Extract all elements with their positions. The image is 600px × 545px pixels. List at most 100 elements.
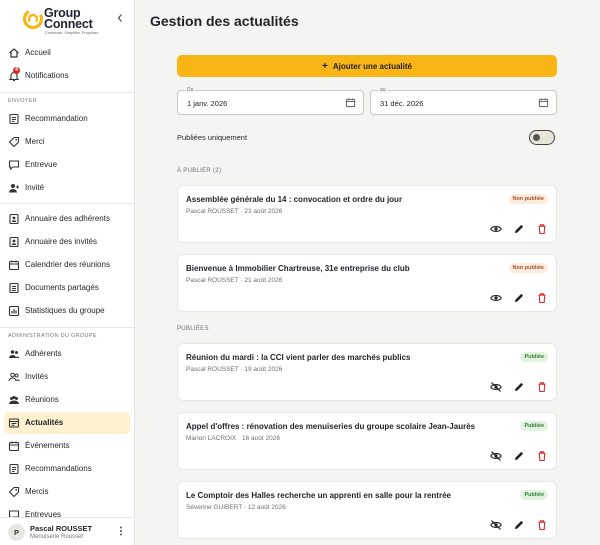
add-news-button[interactable]: + Ajouter une actualité: [177, 55, 557, 77]
sidebar-item-adherents[interactable]: Adhérents: [4, 343, 130, 365]
trash-icon[interactable]: [536, 223, 548, 235]
sidebar-item-actualites[interactable]: Actualités: [4, 412, 130, 434]
eye-off-icon[interactable]: [490, 381, 502, 393]
eye-icon[interactable]: [490, 292, 502, 304]
users-icon: [9, 395, 19, 404]
sidebar-divider: [0, 92, 134, 93]
app-logo[interactable]: Group Connect Connecter. Simplifier. Pro…: [22, 7, 122, 37]
calendar-icon[interactable]: [345, 97, 356, 108]
sidebar-item-merci[interactable]: Merci: [4, 131, 130, 153]
add-news-label: Ajouter une actualité: [332, 61, 412, 71]
user-menu-button[interactable]: [117, 526, 125, 538]
sidebar-divider: [0, 203, 134, 204]
sidebar-item-label: Notifications: [25, 71, 69, 80]
sidebar-item-label: Événements: [25, 441, 70, 450]
chat-icon: [8, 160, 20, 171]
sidebar-item-label: Documents partagés: [25, 283, 99, 292]
news-meta: Marion LACROIX · 16 août 2026: [186, 435, 280, 442]
newspaper-icon: [8, 418, 20, 428]
date-from-label: Du: [185, 87, 196, 93]
sidebar-item-label: Invité: [25, 183, 45, 192]
sidebar-item-reunions[interactable]: Réunions: [4, 389, 130, 411]
sidebar: Group Connect Connecter. Simplifier. Pro…: [0, 0, 135, 545]
sidebar-item-invites[interactable]: Invités: [4, 366, 130, 388]
avatar[interactable]: P: [8, 524, 25, 541]
sidebar-item-invite[interactable]: Invité: [4, 177, 130, 199]
sidebar-item-notifications[interactable]: 4 Notifications: [4, 65, 130, 87]
news-card[interactable]: Appel d'offres : rénovation des menuiser…: [177, 412, 557, 470]
sidebar-item-recommandation[interactable]: Recommandation: [4, 108, 130, 130]
sidebar-item-label: Statistiques du groupe: [25, 306, 105, 315]
document-icon: [9, 463, 19, 475]
eye-off-icon[interactable]: [490, 519, 502, 531]
news-card[interactable]: Bienvenue à Immobilier Chartreuse, 31e e…: [177, 254, 557, 312]
sidebar-item-label: Réunions: [25, 395, 59, 404]
trash-icon[interactable]: [536, 519, 548, 531]
sidebar-divider: [0, 327, 134, 328]
sidebar-item-annuaire-invites[interactable]: Annuaire des invités: [4, 231, 130, 253]
sidebar-item-evenements[interactable]: Événements: [4, 435, 130, 457]
sidebar-item-label: Merci: [25, 137, 45, 146]
section-title-administration: ADMINISTRATION DU GROUPE: [8, 333, 97, 339]
edit-icon[interactable]: [513, 223, 525, 235]
status-badge: Non publiée: [508, 194, 548, 204]
user-panel: P Pascal ROUSSET Menuiserie Rousset: [0, 517, 134, 545]
sidebar-item-statistiques[interactable]: Statistiques du groupe: [4, 300, 130, 322]
group-title-published: PUBLIÉES: [177, 326, 209, 332]
news-title: Appel d'offres : rénovation des menuiser…: [186, 422, 476, 431]
sidebar-item-accueil[interactable]: Accueil: [4, 42, 130, 64]
news-card[interactable]: Réunion du mardi : la CCI vient parler d…: [177, 343, 557, 401]
edit-icon[interactable]: [513, 381, 525, 393]
date-from-field[interactable]: Du 1 janv. 2026: [177, 87, 364, 115]
trash-icon[interactable]: [536, 292, 548, 304]
edit-icon[interactable]: [513, 519, 525, 531]
toggle-knob: [533, 134, 540, 141]
news-title: Bienvenue à Immobilier Chartreuse, 31e e…: [186, 264, 410, 273]
news-card[interactable]: Le Comptoir des Halles recherche un appr…: [177, 481, 557, 539]
trash-icon[interactable]: [536, 381, 548, 393]
sidebar-item-label: Accueil: [25, 48, 51, 57]
status-badge: Non publiée: [508, 263, 548, 273]
sidebar-item-mercis[interactable]: Mercis: [4, 481, 130, 503]
edit-icon[interactable]: [513, 450, 525, 462]
sidebar-item-entrevue[interactable]: Entrevue: [4, 154, 130, 176]
news-meta: Séverine GUIBERT · 12 août 2026: [186, 504, 286, 511]
published-only-label: Publiées uniquement: [177, 133, 248, 142]
chart-icon: [8, 305, 20, 317]
logo-mark-icon: [22, 8, 44, 30]
tag-icon: [8, 136, 20, 148]
sidebar-item-annuaire-adherents[interactable]: Annuaire des adhérents: [4, 208, 130, 230]
sidebar-item-label: Annuaire des invités: [25, 237, 98, 246]
sidebar-item-label: Recommandation: [25, 114, 88, 123]
trash-icon[interactable]: [536, 450, 548, 462]
calendar-icon: [8, 260, 20, 271]
sidebar-item-label: Annuaire des adhérents: [25, 214, 110, 223]
plus-icon: +: [322, 60, 328, 72]
brand-name: Group Connect: [44, 6, 93, 31]
sidebar-item-recommandations[interactable]: Recommandations: [4, 458, 130, 480]
sidebar-item-label: Invités: [25, 372, 49, 381]
user-company: Menuiserie Rousset: [30, 534, 84, 540]
date-to-field[interactable]: au 31 déc. 2026: [370, 87, 557, 115]
news-title: Le Comptoir des Halles recherche un appr…: [186, 491, 451, 500]
sidebar-item-label: Adhérents: [25, 349, 62, 358]
eye-icon[interactable]: [490, 223, 502, 235]
sidebar-item-label: Calendrier des réunions: [25, 260, 110, 269]
published-only-toggle[interactable]: [529, 130, 555, 145]
news-card[interactable]: Assemblée générale du 14 : convocation e…: [177, 185, 557, 243]
status-badge: Publiée: [520, 421, 548, 431]
contacts-icon: [9, 213, 19, 225]
sidebar-item-calendrier[interactable]: Calendrier des réunions: [4, 254, 130, 276]
chevron-left-icon: [117, 14, 122, 22]
calendar-icon[interactable]: [538, 97, 549, 108]
calendar-icon: [8, 441, 20, 452]
sidebar-item-documents[interactable]: Documents partagés: [4, 277, 130, 299]
news-meta: Pascal ROUSSET · 21 août 2026: [186, 277, 283, 284]
news-actions: [490, 381, 548, 393]
eye-off-icon[interactable]: [490, 450, 502, 462]
status-badge: Publiée: [520, 490, 548, 500]
edit-icon[interactable]: [513, 292, 525, 304]
collapse-sidebar-button[interactable]: [115, 13, 125, 27]
status-badge: Publiée: [520, 352, 548, 362]
sidebar-item-label: Recommandations: [25, 464, 92, 473]
